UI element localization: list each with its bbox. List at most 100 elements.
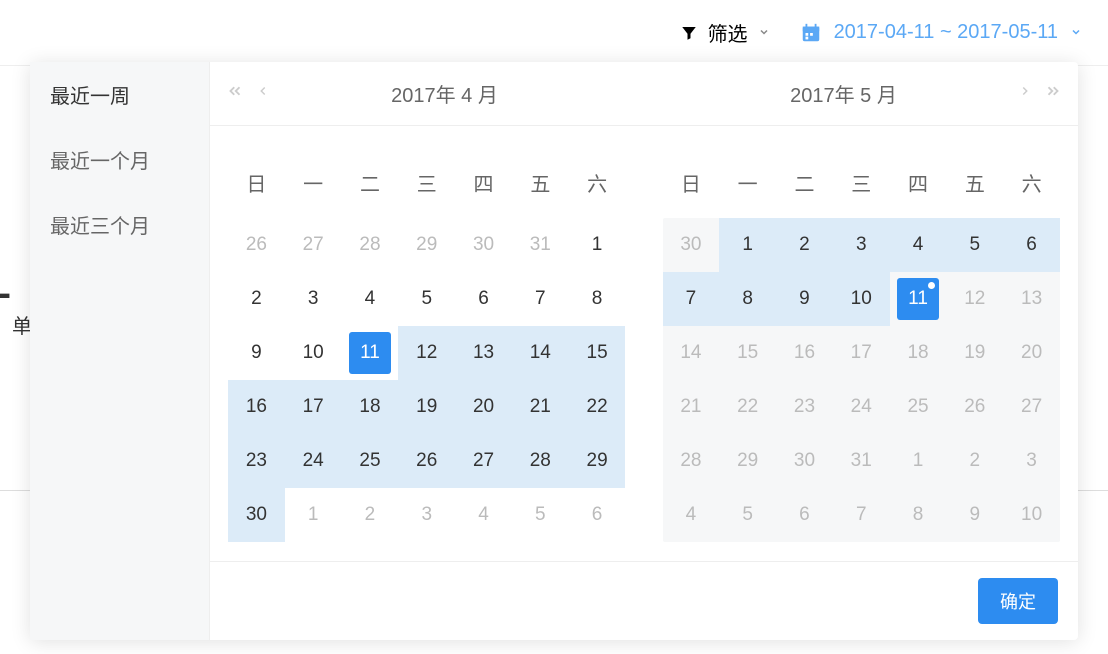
- day-cell[interactable]: 4: [890, 218, 947, 272]
- confirm-button[interactable]: 确定: [978, 578, 1058, 624]
- day-cell[interactable]: 14: [663, 326, 720, 380]
- calendar-icon: [800, 22, 822, 44]
- day-cell[interactable]: 30: [663, 218, 720, 272]
- day-cell[interactable]: 21: [512, 380, 569, 434]
- day-cell[interactable]: 9: [776, 272, 833, 326]
- day-cell[interactable]: 17: [833, 326, 890, 380]
- prev-year-button[interactable]: [226, 82, 244, 105]
- prev-month-button[interactable]: [256, 82, 270, 105]
- day-cell[interactable]: 22: [719, 380, 776, 434]
- day-cell[interactable]: 12: [398, 326, 455, 380]
- day-cell[interactable]: 4: [663, 488, 720, 542]
- right-weekdays: 日一二三四五六: [663, 162, 1061, 202]
- day-cell[interactable]: 16: [228, 380, 285, 434]
- day-cell[interactable]: 7: [833, 488, 890, 542]
- quick-range-week[interactable]: 最近一周: [30, 62, 209, 127]
- day-cell[interactable]: 27: [1003, 380, 1060, 434]
- day-cell[interactable]: 28: [663, 434, 720, 488]
- day-cell[interactable]: 30: [228, 488, 285, 542]
- day-cell[interactable]: 22: [569, 380, 626, 434]
- day-cell[interactable]: 2: [342, 488, 399, 542]
- day-cell[interactable]: 6: [1003, 218, 1060, 272]
- day-cell[interactable]: 19: [398, 380, 455, 434]
- day-cell[interactable]: 9: [228, 326, 285, 380]
- day-cell[interactable]: 10: [833, 272, 890, 326]
- day-cell[interactable]: 11: [890, 272, 947, 326]
- day-cell[interactable]: 13: [1003, 272, 1060, 326]
- filter-label: 筛选: [708, 18, 748, 47]
- day-cell[interactable]: 24: [833, 380, 890, 434]
- day-cell[interactable]: 5: [946, 218, 1003, 272]
- day-cell[interactable]: 18: [342, 380, 399, 434]
- day-cell[interactable]: 11: [342, 326, 399, 380]
- day-cell[interactable]: 17: [285, 380, 342, 434]
- day-cell[interactable]: 19: [946, 326, 1003, 380]
- day-cell[interactable]: 3: [833, 218, 890, 272]
- day-cell[interactable]: 12: [946, 272, 1003, 326]
- day-cell[interactable]: 28: [512, 434, 569, 488]
- day-cell[interactable]: 23: [776, 380, 833, 434]
- day-cell[interactable]: 15: [719, 326, 776, 380]
- day-cell[interactable]: 27: [285, 218, 342, 272]
- day-cell[interactable]: 29: [569, 434, 626, 488]
- quick-range-month[interactable]: 最近一个月: [30, 127, 209, 192]
- day-cell[interactable]: 8: [719, 272, 776, 326]
- day-cell[interactable]: 7: [512, 272, 569, 326]
- day-cell[interactable]: 9: [946, 488, 1003, 542]
- day-cell[interactable]: 1: [719, 218, 776, 272]
- day-cell[interactable]: 20: [1003, 326, 1060, 380]
- next-month-button[interactable]: [1018, 82, 1032, 105]
- day-cell[interactable]: 2: [776, 218, 833, 272]
- day-cell[interactable]: 15: [569, 326, 626, 380]
- day-cell[interactable]: 23: [228, 434, 285, 488]
- day-cell[interactable]: 26: [946, 380, 1003, 434]
- day-cell[interactable]: 4: [455, 488, 512, 542]
- day-cell[interactable]: 27: [455, 434, 512, 488]
- day-cell[interactable]: 6: [455, 272, 512, 326]
- day-cell[interactable]: 18: [890, 326, 947, 380]
- day-cell[interactable]: 4: [342, 272, 399, 326]
- day-cell[interactable]: 1: [285, 488, 342, 542]
- day-cell[interactable]: 2: [946, 434, 1003, 488]
- day-cell[interactable]: 16: [776, 326, 833, 380]
- day-cell[interactable]: 25: [342, 434, 399, 488]
- date-range-display[interactable]: 2017-04-11 ~ 2017-05-11: [800, 21, 1082, 44]
- day-cell[interactable]: 21: [663, 380, 720, 434]
- day-cell[interactable]: 1: [890, 434, 947, 488]
- day-cell[interactable]: 3: [1003, 434, 1060, 488]
- day-cell[interactable]: 26: [398, 434, 455, 488]
- day-cell[interactable]: 14: [512, 326, 569, 380]
- day-cell[interactable]: 8: [890, 488, 947, 542]
- next-year-button[interactable]: [1044, 82, 1062, 105]
- day-cell[interactable]: 30: [776, 434, 833, 488]
- day-cell[interactable]: 3: [285, 272, 342, 326]
- day-cell[interactable]: 29: [719, 434, 776, 488]
- day-cell[interactable]: 3: [398, 488, 455, 542]
- day-cell[interactable]: 24: [285, 434, 342, 488]
- day-cell[interactable]: 29: [398, 218, 455, 272]
- day-cell[interactable]: 28: [342, 218, 399, 272]
- day-cell[interactable]: 5: [719, 488, 776, 542]
- day-cell[interactable]: 1: [569, 218, 626, 272]
- day-cell[interactable]: 10: [285, 326, 342, 380]
- day-cell[interactable]: 20: [455, 380, 512, 434]
- day-cell[interactable]: 7: [663, 272, 720, 326]
- day-cell[interactable]: 13: [455, 326, 512, 380]
- day-cell[interactable]: 30: [455, 218, 512, 272]
- day-cell[interactable]: 31: [512, 218, 569, 272]
- day-cell[interactable]: 31: [833, 434, 890, 488]
- background-number: 1: [0, 245, 12, 312]
- day-cell[interactable]: 26: [228, 218, 285, 272]
- day-cell[interactable]: 2: [228, 272, 285, 326]
- quick-range-3months[interactable]: 最近三个月: [30, 192, 209, 257]
- left-nav-prev: [226, 82, 270, 105]
- day-cell[interactable]: 6: [776, 488, 833, 542]
- filter-dropdown[interactable]: 筛选: [680, 18, 770, 47]
- day-cell[interactable]: 5: [512, 488, 569, 542]
- day-cell[interactable]: 25: [890, 380, 947, 434]
- day-cell[interactable]: 5: [398, 272, 455, 326]
- day-cell[interactable]: 8: [569, 272, 626, 326]
- weekday-label: 五: [512, 162, 569, 202]
- day-cell[interactable]: 6: [569, 488, 626, 542]
- day-cell[interactable]: 10: [1003, 488, 1060, 542]
